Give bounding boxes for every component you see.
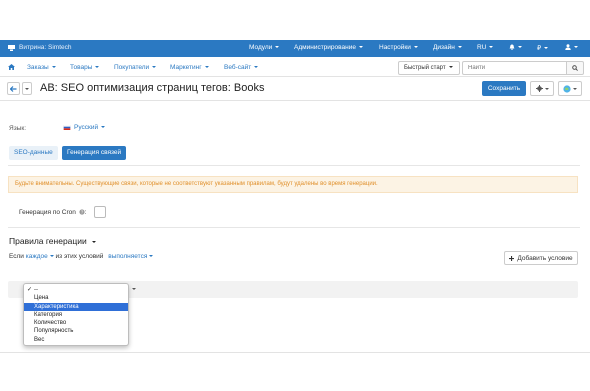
home-icon [8, 64, 15, 70]
cron-checkbox[interactable] [94, 206, 106, 218]
language-select[interactable]: Русский [74, 124, 106, 131]
settings-button[interactable] [530, 81, 554, 96]
option-none[interactable]: ✓ -- [24, 286, 128, 294]
language-switcher[interactable]: RU [477, 44, 494, 51]
option-price[interactable]: Цена [24, 294, 128, 302]
store-label: Витрина: Simtech [19, 44, 72, 51]
gear-icon [535, 85, 543, 92]
add-condition-button[interactable]: Добавить условие [504, 251, 578, 265]
user-menu[interactable] [565, 44, 578, 51]
chevron-down-icon [544, 87, 549, 90]
translation-button[interactable] [558, 81, 582, 96]
chevron-down-icon[interactable] [132, 288, 136, 290]
condition-sentence: Если каждое из этих условий выполняется [9, 253, 154, 260]
tabs-divider [8, 165, 580, 166]
user-icon [565, 44, 571, 51]
menu-modules[interactable]: Модули [249, 44, 280, 51]
nav-products[interactable]: Товары [70, 64, 100, 71]
option-weight[interactable]: Вес [24, 336, 128, 344]
plus-icon [509, 255, 515, 261]
search-button[interactable] [566, 61, 584, 75]
warning-alert: Будьте внимательны. Существующие связи, … [8, 176, 578, 193]
condition-type-dropdown[interactable]: ✓ -- Цена Характеристика Категория Количе… [23, 283, 129, 346]
chevron-down-icon [457, 46, 462, 49]
tab-seo-data[interactable]: SEO-данные [9, 146, 58, 160]
condition-state-select[interactable]: выполняется [108, 253, 154, 260]
chevron-down-icon [149, 255, 154, 258]
chevron-down-icon [275, 46, 280, 49]
search-icon [572, 65, 578, 71]
notifications-menu[interactable] [509, 44, 522, 51]
menu-administration[interactable]: Администрирование [294, 44, 363, 51]
globe-icon [563, 84, 571, 93]
tab-link-generation[interactable]: Генерация связей [62, 146, 127, 160]
chevron-down-icon [448, 66, 453, 69]
nav-marketing[interactable]: Маркетинг [170, 64, 209, 71]
nav-orders[interactable]: Заказы [27, 64, 56, 71]
option-quantity[interactable]: Количество [24, 319, 128, 327]
menu-design[interactable]: Дизайн [433, 44, 462, 51]
arrow-left-icon [10, 85, 17, 92]
chevron-down-icon [95, 66, 100, 69]
chevron-down-icon [101, 126, 106, 129]
store-switcher[interactable]: Витрина: Simtech [8, 44, 72, 51]
home-link[interactable] [8, 64, 15, 72]
condition-mode-select[interactable]: каждое [26, 253, 54, 260]
chevron-down-icon [358, 46, 363, 49]
chevron-down-icon [413, 46, 418, 49]
history-dropdown[interactable] [22, 82, 32, 95]
chevron-down-icon [25, 87, 29, 90]
option-feature[interactable]: Характеристика [24, 302, 128, 311]
option-popularity[interactable]: Популярность [24, 327, 128, 335]
top-admin-bar: Витрина: Simtech Модули Администрировани… [0, 40, 590, 57]
chevron-down-icon [152, 66, 157, 69]
generation-rules-title[interactable]: Правила генерации [9, 236, 96, 246]
chevron-down-icon [51, 66, 56, 69]
chevron-down-icon [489, 46, 494, 49]
nav-customers[interactable]: Покупатели [114, 64, 157, 71]
save-button[interactable]: Сохранить [482, 81, 526, 96]
page-bottom-border [0, 352, 590, 353]
chevron-down-icon [574, 46, 578, 49]
option-category[interactable]: Категория [24, 311, 128, 319]
chevron-down-icon [254, 66, 259, 69]
cron-label: Генерация по Cron ?: [19, 209, 87, 216]
chevron-down-icon [204, 66, 209, 69]
nav-website[interactable]: Веб-сайт [224, 64, 259, 71]
currency-switcher[interactable]: ₽ [537, 44, 549, 52]
bell-icon [509, 44, 515, 51]
page-title: AB: SEO оптимизация страниц тегов: Books [40, 82, 265, 94]
language-label: Язык: [9, 125, 26, 132]
section-divider [8, 227, 580, 228]
chevron-down-icon [573, 87, 577, 90]
chevron-down-icon [518, 46, 522, 49]
search-input[interactable] [462, 61, 566, 75]
back-button[interactable] [7, 82, 20, 95]
chevron-down-icon [544, 47, 549, 50]
chevron-down-icon [49, 255, 54, 258]
russian-flag-icon [63, 125, 71, 130]
chevron-down-icon [91, 240, 96, 243]
quick-start-button[interactable]: Быстрый старт [398, 61, 460, 75]
checkmark-icon: ✓ [27, 287, 33, 293]
menu-settings[interactable]: Настройки [379, 44, 418, 51]
store-icon [8, 44, 15, 51]
